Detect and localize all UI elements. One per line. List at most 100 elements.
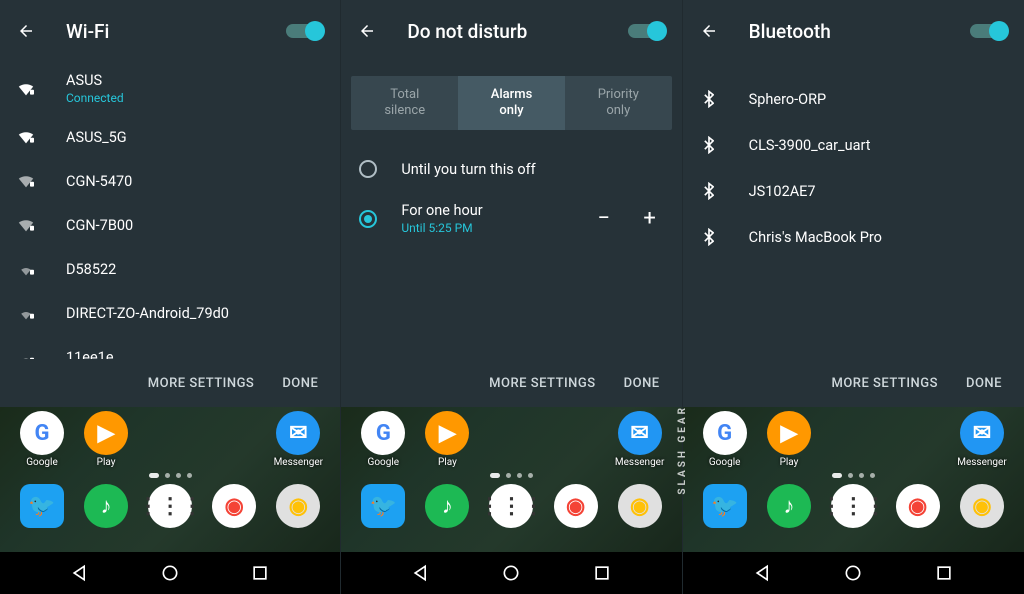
dnd-title: Do not disturb	[407, 20, 627, 43]
app-spotify[interactable]: ♪	[415, 484, 479, 528]
bluetooth-device-item[interactable]: Chris's MacBook Pro	[683, 214, 1024, 260]
wifi-network-item[interactable]: CGN-7B00	[0, 203, 340, 247]
dnd-option-one-hour[interactable]: For one hour Until 5:25 PM − +	[341, 190, 681, 247]
wifi-toggle[interactable]	[286, 24, 320, 38]
back-icon[interactable]	[355, 19, 379, 43]
wifi-list: ASUS Connected ASUS_5G CGN-5470 CGN-7B00…	[0, 62, 340, 359]
app-drawer[interactable]: ⋮⋮⋮	[138, 484, 202, 528]
app-messenger[interactable]: ✉Messenger	[950, 411, 1014, 468]
wifi-name: ASUS	[66, 72, 124, 89]
wifi-panel: Wi-Fi ASUS Connected ASUS_5G CGN-5470 CG…	[0, 0, 341, 594]
wifi-network-item[interactable]: 11ee1e	[0, 335, 340, 359]
dnd-header: Do not disturb	[341, 0, 681, 62]
done-button[interactable]: DONE	[610, 366, 674, 401]
wifi-name: DIRECT-ZO-Android_79d0	[66, 305, 229, 322]
tab-alarms-only[interactable]: Alarmsonly	[458, 76, 565, 130]
wifi-network-item[interactable]: DIRECT-ZO-Android_79d0	[0, 291, 340, 335]
dnd-option-sublabel: Until 5:25 PM	[401, 221, 482, 235]
app-camera[interactable]: ◉	[950, 484, 1014, 528]
bluetooth-device-item[interactable]: CLS-3900_car_uart	[683, 122, 1024, 168]
app-chrome[interactable]: ◉	[202, 484, 266, 528]
app-google[interactable]: GGoogle	[10, 411, 74, 468]
back-icon[interactable]	[697, 19, 721, 43]
home-dock: GGoogle ▶Play ✉Messenger 🐦 ♪ ⋮⋮⋮ ◉ ◉	[0, 407, 340, 552]
more-settings-button[interactable]: MORE SETTINGS	[134, 366, 269, 401]
app-twitter[interactable]: 🐦	[10, 484, 74, 528]
bluetooth-device-item[interactable]: Sphero-ORP	[683, 76, 1024, 122]
done-button[interactable]: DONE	[952, 366, 1016, 401]
app-messenger[interactable]: ✉Messenger	[608, 411, 672, 468]
minus-button[interactable]: −	[590, 206, 618, 231]
nav-home-icon[interactable]	[843, 563, 863, 583]
wifi-name: ASUS_5G	[66, 129, 127, 146]
wifi-header: Wi-Fi	[0, 0, 340, 62]
app-spotify[interactable]: ♪	[74, 484, 138, 528]
nav-recents-icon[interactable]	[592, 563, 612, 583]
nav-back-icon[interactable]	[411, 563, 431, 583]
radio-icon	[359, 210, 377, 228]
nav-back-icon[interactable]	[753, 563, 773, 583]
done-button[interactable]: DONE	[268, 366, 332, 401]
back-icon[interactable]	[14, 19, 38, 43]
page-indicator	[683, 468, 1024, 482]
tab-total-silence[interactable]: Totalsilence	[351, 76, 458, 130]
wifi-signal-icon	[14, 257, 38, 281]
nav-back-icon[interactable]	[70, 563, 90, 583]
wifi-network-item[interactable]: CGN-5470	[0, 159, 340, 203]
bluetooth-device-name: JS102AE7	[749, 183, 816, 200]
nav-home-icon[interactable]	[501, 563, 521, 583]
wifi-network-item[interactable]: D58522	[0, 247, 340, 291]
app-chrome[interactable]: ◉	[886, 484, 950, 528]
wifi-name: CGN-5470	[66, 173, 132, 190]
dnd-toggle[interactable]	[628, 24, 662, 38]
dnd-mode-tabs: Totalsilence Alarmsonly Priorityonly	[351, 76, 671, 130]
app-play[interactable]: ▶Play	[74, 411, 138, 468]
app-drawer[interactable]: ⋮⋮⋮	[821, 484, 885, 528]
app-spotify[interactable]: ♪	[757, 484, 821, 528]
bluetooth-toggle[interactable]	[970, 24, 1004, 38]
wifi-name: D58522	[66, 261, 116, 278]
dock-bottom-row: 🐦 ♪ ⋮⋮⋮ ◉ ◉	[0, 482, 340, 530]
wifi-signal-icon	[14, 345, 38, 359]
bluetooth-device-item[interactable]: JS102AE7	[683, 168, 1024, 214]
app-camera[interactable]: ◉	[608, 484, 672, 528]
radio-icon	[359, 160, 377, 178]
home-dock: GGoogle ▶Play ✉Messenger 🐦 ♪ ⋮⋮⋮ ◉ ◉	[341, 407, 681, 552]
dnd-option-until-off[interactable]: Until you turn this off	[341, 148, 681, 190]
wifi-status: Connected	[66, 91, 124, 105]
app-google[interactable]: GGoogle	[351, 411, 415, 468]
app-drawer[interactable]: ⋮⋮⋮	[479, 484, 543, 528]
bluetooth-device-name: Chris's MacBook Pro	[749, 229, 882, 246]
wifi-name: 11ee1e	[66, 349, 114, 360]
more-settings-button[interactable]: MORE SETTINGS	[817, 366, 952, 401]
app-chrome[interactable]: ◉	[544, 484, 608, 528]
app-play[interactable]: ▶Play	[415, 411, 479, 468]
panel-footer: MORE SETTINGS DONE	[0, 359, 340, 407]
bluetooth-title: Bluetooth	[749, 20, 970, 43]
bluetooth-device-name: Sphero-ORP	[749, 91, 827, 108]
nav-home-icon[interactable]	[160, 563, 180, 583]
wifi-network-item[interactable]: ASUS Connected	[0, 62, 340, 115]
app-google[interactable]: GGoogle	[693, 411, 757, 468]
android-navbar	[683, 552, 1024, 594]
page-indicator	[341, 468, 681, 482]
plus-button[interactable]: +	[636, 206, 664, 231]
bluetooth-header: Bluetooth	[683, 0, 1024, 62]
app-camera[interactable]: ◉	[266, 484, 330, 528]
nav-recents-icon[interactable]	[250, 563, 270, 583]
app-messenger[interactable]: ✉Messenger	[266, 411, 330, 468]
dock-top-row: GGoogle ▶Play ✉Messenger	[0, 407, 340, 468]
app-twitter[interactable]: 🐦	[693, 484, 757, 528]
tab-priority-only[interactable]: Priorityonly	[565, 76, 672, 130]
app-twitter[interactable]: 🐦	[351, 484, 415, 528]
panel-footer: MORE SETTINGS DONE	[683, 359, 1024, 407]
app-play[interactable]: ▶Play	[757, 411, 821, 468]
bluetooth-panel: Bluetooth Sphero-ORP CLS-3900_car_uart J…	[683, 0, 1024, 594]
wifi-title: Wi-Fi	[66, 20, 286, 43]
wifi-name: CGN-7B00	[66, 217, 133, 234]
nav-recents-icon[interactable]	[934, 563, 954, 583]
bluetooth-icon	[697, 179, 721, 203]
wifi-network-item[interactable]: ASUS_5G	[0, 115, 340, 159]
more-settings-button[interactable]: MORE SETTINGS	[475, 366, 610, 401]
android-navbar	[0, 552, 340, 594]
